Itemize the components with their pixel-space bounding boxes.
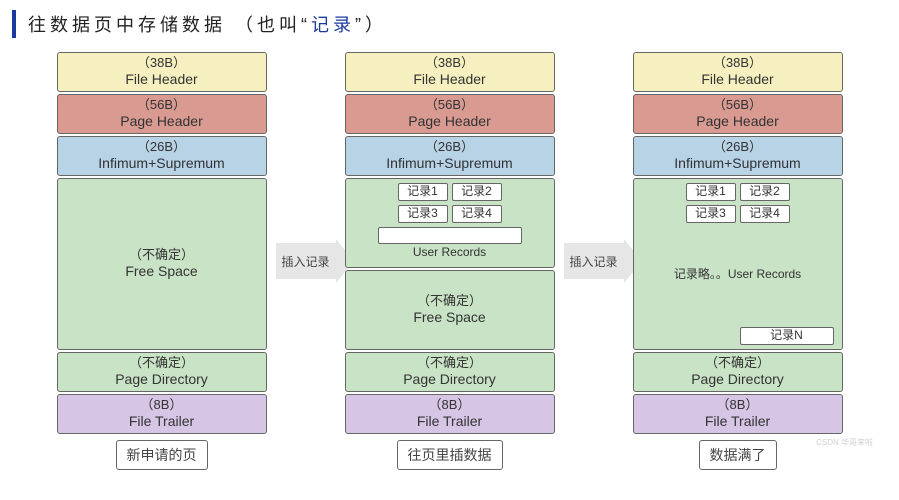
page-header-label: Page Header: [636, 113, 840, 129]
record-cell: 记录4: [740, 205, 790, 223]
page-header-block: （56B） Page Header: [345, 94, 555, 134]
free-space-label: Free Space: [348, 309, 552, 325]
free-space-size: （不确定）: [60, 248, 264, 263]
page-header-label: Page Header: [348, 113, 552, 129]
page-stack-1: （38B） File Header （56B） Page Header （26B…: [57, 52, 267, 470]
file-header-size: （38B）: [348, 56, 552, 71]
record-row: .: [348, 227, 552, 245]
page-title: 往数据页中存储数据 （也叫“记录”）: [28, 11, 387, 37]
free-space-size: （不确定）: [348, 294, 552, 309]
page-dir-label: Page Directory: [60, 371, 264, 387]
title-post: ”）: [355, 15, 387, 35]
insert-arrow-1: 插入记录: [276, 243, 336, 279]
file-header-label: File Header: [60, 71, 264, 87]
record-cell: 记录2: [452, 183, 502, 201]
infimum-size: （26B）: [636, 140, 840, 155]
record-row: 记录1 记录2: [636, 183, 840, 201]
page-directory-block: （不确定） Page Directory: [57, 352, 267, 392]
arrow-2-label: 插入记录: [569, 253, 617, 270]
infimum-size: （26B）: [60, 140, 264, 155]
file-trailer-label: File Trailer: [348, 413, 552, 429]
file-header-size: （38B）: [60, 56, 264, 71]
user-records-label: User Records: [348, 246, 552, 260]
diagram-canvas: （38B） File Header （56B） Page Header （26B…: [0, 44, 899, 474]
file-header-size: （38B）: [636, 56, 840, 71]
infimum-block: （26B） Infimum+Supremum: [57, 136, 267, 176]
page-header-block: （56B） Page Header: [633, 94, 843, 134]
record-cell: 记录3: [398, 205, 448, 223]
page-dir-size: （不确定）: [60, 356, 264, 371]
caption-1: 新申请的页: [116, 440, 208, 470]
user-records-block: 记录1 记录2 记录3 记录4 . User Records: [345, 178, 555, 268]
record-cell: 记录1: [686, 183, 736, 201]
insert-arrow-2: 插入记录: [564, 243, 624, 279]
watermark: CSDN 华哥来啦: [816, 437, 873, 448]
infimum-label: Infimum+Supremum: [348, 155, 552, 171]
record-blank: .: [378, 227, 522, 245]
infimum-block: （26B） Infimum+Supremum: [633, 136, 843, 176]
record-cell: 记录3: [686, 205, 736, 223]
file-trailer-size: （8B）: [60, 398, 264, 413]
accent-bar: [12, 10, 16, 38]
caption-2: 往页里插数据: [397, 440, 503, 470]
record-row: 记录N: [636, 327, 834, 345]
page-directory-block: （不确定） Page Directory: [633, 352, 843, 392]
page-stack-3: （38B） File Header （56B） Page Header （26B…: [633, 52, 843, 470]
caption-3: 数据满了: [699, 440, 777, 470]
page-dir-size: （不确定）: [636, 356, 840, 371]
page-dir-label: Page Directory: [636, 371, 840, 387]
record-cell: 记录2: [740, 183, 790, 201]
arrow-2-wrap: 插入记录: [563, 243, 625, 279]
page-dir-label: Page Directory: [348, 371, 552, 387]
page-stack-2: （38B） File Header （56B） Page Header （26B…: [345, 52, 555, 470]
file-header-block: （38B） File Header: [633, 52, 843, 92]
record-row: 记录3 记录4: [348, 205, 552, 223]
file-header-label: File Header: [636, 71, 840, 87]
page-header-label: Page Header: [60, 113, 264, 129]
file-trailer-size: （8B）: [348, 398, 552, 413]
arrow-1-label: 插入记录: [281, 253, 329, 270]
infimum-label: Infimum+Supremum: [636, 155, 840, 171]
record-row: 记录3 记录4: [636, 205, 840, 223]
file-header-block: （38B） File Header: [345, 52, 555, 92]
file-trailer-label: File Trailer: [60, 413, 264, 429]
title-highlight: 记录: [311, 15, 355, 35]
user-records-full-block: 记录1 记录2 记录3 记录4 记录略。。User Records 记录N: [633, 178, 843, 350]
file-trailer-block: （8B） File Trailer: [633, 394, 843, 434]
page-directory-block: （不确定） Page Directory: [345, 352, 555, 392]
file-trailer-block: （8B） File Trailer: [345, 394, 555, 434]
file-trailer-size: （8B）: [636, 398, 840, 413]
page-header-size: （56B）: [636, 98, 840, 113]
title-bar: 往数据页中存储数据 （也叫“记录”）: [0, 0, 899, 44]
title-pre: 往数据页中存储数据 （也叫“: [28, 15, 311, 35]
record-cell: 记录4: [452, 205, 502, 223]
file-trailer-block: （8B） File Trailer: [57, 394, 267, 434]
free-space-block: （不确定） Free Space: [57, 178, 267, 350]
free-space-block: （不确定） Free Space: [345, 270, 555, 350]
record-row: 记录1 记录2: [348, 183, 552, 201]
page-dir-size: （不确定）: [348, 356, 552, 371]
file-header-block: （38B） File Header: [57, 52, 267, 92]
record-cell-n: 记录N: [740, 327, 834, 345]
free-space-label: Free Space: [60, 263, 264, 279]
file-header-label: File Header: [348, 71, 552, 87]
arrow-1-wrap: 插入记录: [275, 243, 337, 279]
page-header-size: （56B）: [348, 98, 552, 113]
file-trailer-label: File Trailer: [636, 413, 840, 429]
record-cell: 记录1: [398, 183, 448, 201]
page-header-block: （56B） Page Header: [57, 94, 267, 134]
infimum-label: Infimum+Supremum: [60, 155, 264, 171]
records-omitted-label: 记录略。。User Records: [656, 260, 819, 290]
infimum-block: （26B） Infimum+Supremum: [345, 136, 555, 176]
page-header-size: （56B）: [60, 98, 264, 113]
infimum-size: （26B）: [348, 140, 552, 155]
